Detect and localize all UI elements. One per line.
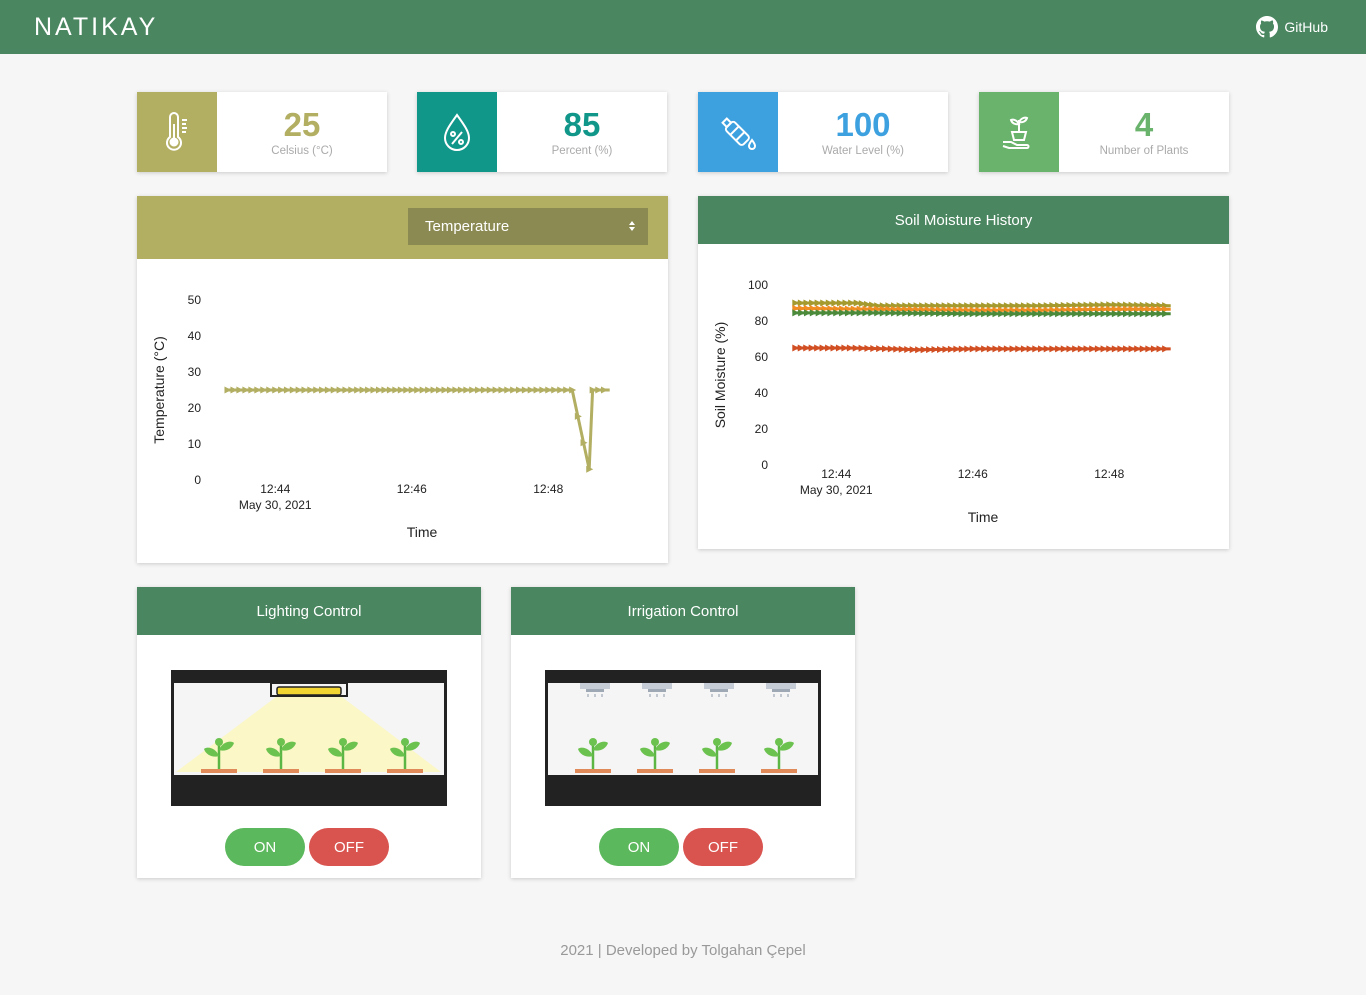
y-tick-label: 40 <box>188 329 202 343</box>
humidity-icon-box <box>417 92 497 172</box>
x-tick-label: 12:46 <box>958 467 988 481</box>
irrigation-control-panel: Irrigation Control ON OFF <box>511 587 855 878</box>
data-point <box>224 386 232 394</box>
data-point <box>557 386 565 394</box>
water-level-card: 100 Water Level (%) <box>698 92 948 172</box>
x-axis-label: Time <box>407 524 438 540</box>
data-point <box>236 386 244 394</box>
x-tick-label: 12:44 <box>821 467 851 481</box>
temperature-chart: 0 10 20 30 40 50 12:44 May 30, 2021 12:46 12:48 Ti… <box>151 293 610 540</box>
pot-icon <box>325 769 361 773</box>
data-point <box>260 386 268 394</box>
lighting-off-button[interactable]: OFF <box>309 828 389 866</box>
data-point <box>254 386 262 394</box>
plant-hand-icon <box>1002 116 1030 149</box>
github-label: GitHub <box>1284 19 1328 35</box>
y-tick-label: 60 <box>755 350 769 364</box>
irrigation-off-button[interactable]: OFF <box>683 828 763 866</box>
github-icon <box>1256 16 1279 38</box>
data-point <box>1162 345 1170 353</box>
footer-credit: 2021 | Developed by Tolgahan Çepel <box>560 942 806 959</box>
github-link[interactable]: GitHub <box>1256 15 1328 39</box>
humidity-unit-label: Percent (%) <box>551 145 613 157</box>
temperature-card: 25 Celsius (°C) <box>137 92 387 172</box>
navbar: NATIKAY GitHub <box>0 0 1366 54</box>
y-axis-label: Soil Moisture (%) <box>712 322 728 429</box>
x-tick-label: 12:48 <box>1094 467 1124 481</box>
x-tick-sublabel: May 30, 2021 <box>239 498 312 512</box>
y-tick-label: 80 <box>755 314 769 328</box>
irrigation-on-button[interactable]: ON <box>599 828 679 866</box>
select-arrows-icon <box>629 221 635 231</box>
y-axis-label: Temperature (°C) <box>151 336 167 444</box>
soil-moisture-title: Soil Moisture History <box>698 196 1229 244</box>
data-point <box>230 386 238 394</box>
plants-card: 4 Number of Plants <box>979 92 1229 172</box>
water-level-value: 100 <box>835 106 891 143</box>
y-tick-label: 0 <box>194 473 201 487</box>
data-point <box>248 386 256 394</box>
temperature-unit-label: Celsius (°C) <box>271 145 333 157</box>
x-tick-label: 12:48 <box>533 482 563 496</box>
x-axis-label: Time <box>968 509 999 525</box>
irrigation-illustration <box>545 670 821 806</box>
water-level-icon-box <box>698 92 778 172</box>
x-tick-label: 12:44 <box>260 482 290 496</box>
chart-metric-select-value: Temperature <box>425 218 510 235</box>
y-tick-label: 0 <box>761 458 768 472</box>
pot-icon <box>201 769 237 773</box>
lighting-control-panel: Lighting Control ON OFF <box>137 587 481 878</box>
temperature-icon-box <box>137 92 217 172</box>
irrigation-control-title: Irrigation Control <box>511 587 855 635</box>
data-point <box>1162 310 1170 318</box>
temperature-chart-panel: Temperature 0 10 20 30 40 50 12:44 May 30, 2021… <box>137 196 668 563</box>
humidity-card: 85 Percent (%) <box>417 92 667 172</box>
pot-icon <box>699 769 735 773</box>
x-tick-sublabel: May 30, 2021 <box>800 483 873 497</box>
data-point <box>601 386 609 394</box>
lighting-on-button[interactable]: ON <box>225 828 305 866</box>
pot-icon <box>575 769 611 773</box>
y-tick-label: 40 <box>755 386 769 400</box>
plants-label: Number of Plants <box>1099 145 1189 157</box>
pot-icon <box>637 769 673 773</box>
x-tick-label: 12:46 <box>397 482 427 496</box>
pot-icon <box>761 769 797 773</box>
temperature-value: 25 <box>283 106 321 143</box>
lighting-control-title: Lighting Control <box>137 587 481 635</box>
data-point <box>563 386 571 394</box>
temperature-chart-header: Temperature <box>137 196 668 259</box>
thermometer-icon <box>166 112 187 151</box>
plants-value: 4 <box>1134 106 1154 143</box>
humidity-value: 85 <box>563 106 601 143</box>
humidity-drop-icon <box>443 113 471 151</box>
y-tick-label: 10 <box>188 437 202 451</box>
y-tick-label: 20 <box>188 401 202 415</box>
data-point <box>266 386 274 394</box>
brand-logo[interactable]: NATIKAY <box>34 12 158 42</box>
series-line <box>227 388 610 471</box>
soil-moisture-chart: 0 20 40 60 80 100 12:44 May 30, 2021 12:46 12:48 T… <box>712 278 1171 525</box>
plants-icon-box <box>979 92 1059 172</box>
water-bottle-icon <box>721 117 757 150</box>
pot-icon <box>387 769 423 773</box>
data-point <box>242 386 250 394</box>
y-tick-label: 30 <box>188 365 202 379</box>
pot-icon <box>263 769 299 773</box>
soil-moisture-panel: Soil Moisture History 0 20 40 60 80 100 12:44 M… <box>698 196 1229 549</box>
y-tick-label: 20 <box>755 422 769 436</box>
grow-light-illustration <box>171 670 447 806</box>
chart-metric-select[interactable]: Temperature <box>408 208 648 245</box>
y-tick-label: 100 <box>748 278 768 292</box>
data-point <box>545 386 553 394</box>
water-level-label: Water Level (%) <box>821 145 904 157</box>
y-tick-label: 50 <box>188 293 202 307</box>
data-point <box>551 386 559 394</box>
